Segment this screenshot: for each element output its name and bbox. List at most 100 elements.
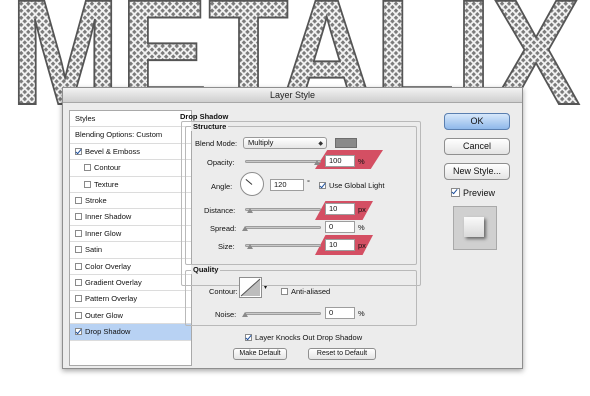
dropdown-arrow-icon: ◆ bbox=[318, 141, 323, 147]
style-item-label: Drop Shadow bbox=[85, 327, 131, 337]
style-item-stroke[interactable]: Stroke bbox=[70, 193, 191, 210]
style-item-label: Inner Glow bbox=[85, 228, 122, 238]
blend-mode-dropdown[interactable]: Multiply ◆ bbox=[243, 137, 327, 149]
blend-mode-label: Blend Mode: bbox=[195, 139, 238, 148]
use-global-light-checkbox[interactable]: Use Global Light bbox=[319, 181, 384, 190]
style-item-checkbox[interactable] bbox=[75, 295, 82, 303]
style-item-label: Satin bbox=[85, 245, 103, 255]
style-item-outer-glow[interactable]: Outer Glow bbox=[70, 308, 191, 325]
preview-checkbox[interactable]: Preview bbox=[451, 188, 495, 198]
style-item-label: Gradient Overlay bbox=[85, 278, 142, 287]
opacity-slider-thumb[interactable] bbox=[314, 160, 320, 165]
quality-header: Quality bbox=[191, 265, 221, 274]
style-item-label: Stroke bbox=[85, 196, 107, 205]
style-item-label: Inner Shadow bbox=[85, 212, 132, 222]
use-global-light-label: Use Global Light bbox=[329, 181, 385, 190]
opacity-label: Opacity: bbox=[207, 158, 235, 167]
style-item-checkbox[interactable] bbox=[75, 213, 82, 221]
preview-label: Preview bbox=[463, 188, 496, 198]
style-item-color-overlay[interactable]: Color Overlay bbox=[70, 259, 191, 275]
contour-picker[interactable] bbox=[239, 277, 262, 298]
style-item-bevel-emboss[interactable]: Bevel & Emboss bbox=[70, 144, 191, 161]
style-item-checkbox[interactable] bbox=[75, 147, 82, 155]
drop-shadow-header: Drop Shadow bbox=[180, 112, 229, 121]
reset-to-default-button[interactable]: Reset to Default bbox=[308, 348, 376, 360]
ok-button[interactable]: OK bbox=[444, 113, 510, 130]
noise-input[interactable]: 0 bbox=[325, 307, 355, 319]
styles-header[interactable]: Styles bbox=[70, 111, 191, 128]
style-item-checkbox[interactable] bbox=[75, 311, 82, 319]
style-item-pattern-overlay[interactable]: Pattern Overlay bbox=[70, 291, 191, 308]
contour-label: Contour: bbox=[209, 287, 238, 296]
size-label: Size: bbox=[218, 242, 235, 251]
style-item-contour[interactable]: Contour bbox=[70, 160, 191, 177]
spread-input[interactable]: 0 bbox=[325, 221, 355, 233]
knocks-out-label: Layer Knocks Out Drop Shadow bbox=[255, 333, 363, 342]
size-input[interactable]: 10 bbox=[325, 239, 355, 251]
distance-label: Distance: bbox=[204, 206, 236, 215]
anti-aliased-checkbox[interactable]: Anti-aliased bbox=[281, 287, 330, 296]
anti-aliased-check-icon bbox=[281, 288, 288, 295]
make-default-button[interactable]: Make Default bbox=[233, 348, 287, 360]
noise-slider[interactable] bbox=[245, 312, 321, 315]
style-item-checkbox[interactable] bbox=[84, 180, 91, 188]
spread-slider-thumb[interactable] bbox=[242, 226, 248, 231]
anti-aliased-label: Anti-aliased bbox=[291, 287, 331, 296]
noise-unit: % bbox=[358, 309, 365, 318]
shadow-color-swatch[interactable] bbox=[335, 138, 357, 148]
noise-slider-thumb[interactable] bbox=[242, 312, 248, 317]
style-item-checkbox[interactable] bbox=[75, 246, 82, 254]
dialog-title: Layer Style bbox=[63, 88, 522, 103]
knocks-out-checkbox[interactable]: Layer Knocks Out Drop Shadow bbox=[245, 333, 362, 342]
preview-swatch bbox=[464, 217, 484, 237]
angle-label: Angle: bbox=[211, 182, 233, 191]
style-item-inner-shadow[interactable]: Inner Shadow bbox=[70, 209, 191, 226]
use-global-light-check-icon bbox=[319, 182, 326, 189]
contour-dropdown-arrow-icon[interactable]: ▾ bbox=[264, 284, 267, 291]
size-slider-thumb[interactable] bbox=[247, 244, 253, 249]
angle-input[interactable]: 120 bbox=[270, 179, 304, 191]
opacity-slider[interactable] bbox=[245, 160, 321, 163]
cancel-button[interactable]: Cancel bbox=[444, 138, 510, 155]
distance-slider-thumb[interactable] bbox=[247, 208, 253, 213]
knocks-out-check-icon bbox=[245, 334, 252, 341]
style-item-label: Color Overlay bbox=[85, 261, 131, 271]
style-preview-thumbnail bbox=[453, 206, 497, 250]
angle-dial[interactable] bbox=[240, 172, 264, 196]
distance-input[interactable]: 10 bbox=[325, 203, 355, 215]
contour-linear-icon bbox=[240, 278, 261, 297]
style-item-satin[interactable]: Satin bbox=[70, 242, 191, 259]
style-item-checkbox[interactable] bbox=[75, 197, 82, 204]
style-item-drop-shadow[interactable]: Drop Shadow bbox=[70, 324, 191, 341]
spread-unit: % bbox=[358, 223, 365, 232]
style-item-checkbox[interactable] bbox=[84, 164, 91, 172]
style-item-checkbox[interactable] bbox=[75, 262, 82, 270]
angle-unit: ° bbox=[307, 178, 310, 187]
angle-dial-needle bbox=[245, 178, 253, 185]
noise-label: Noise: bbox=[215, 310, 237, 319]
layer-style-dialog: Layer Style Styles Blending Options: Cus… bbox=[62, 87, 523, 369]
style-item-label: Outer Glow bbox=[85, 310, 123, 320]
spread-slider[interactable] bbox=[245, 226, 321, 229]
structure-header: Structure bbox=[191, 122, 229, 131]
size-unit: px bbox=[358, 241, 366, 250]
distance-slider[interactable] bbox=[245, 208, 321, 211]
size-slider[interactable] bbox=[245, 244, 321, 247]
preview-check-icon bbox=[451, 188, 460, 197]
styles-list: Styles Blending Options: Custom Bevel & … bbox=[69, 110, 192, 366]
opacity-input[interactable]: 100 bbox=[325, 155, 355, 167]
style-item-label: Bevel & Emboss bbox=[85, 146, 141, 156]
blending-options-item[interactable]: Blending Options: Custom bbox=[70, 127, 191, 144]
style-item-label: Pattern Overlay bbox=[85, 294, 138, 304]
new-style-button[interactable]: New Style... bbox=[444, 163, 510, 180]
style-item-texture[interactable]: Texture bbox=[70, 177, 191, 193]
style-item-checkbox[interactable] bbox=[75, 279, 82, 286]
style-item-label: Texture bbox=[94, 179, 119, 189]
style-item-inner-glow[interactable]: Inner Glow bbox=[70, 226, 191, 243]
spread-label: Spread: bbox=[210, 224, 237, 233]
blend-mode-value: Multiply bbox=[248, 138, 274, 147]
style-item-gradient-overlay[interactable]: Gradient Overlay bbox=[70, 275, 191, 292]
style-item-checkbox[interactable] bbox=[75, 328, 82, 336]
opacity-unit: % bbox=[358, 157, 365, 166]
style-item-checkbox[interactable] bbox=[75, 229, 82, 237]
